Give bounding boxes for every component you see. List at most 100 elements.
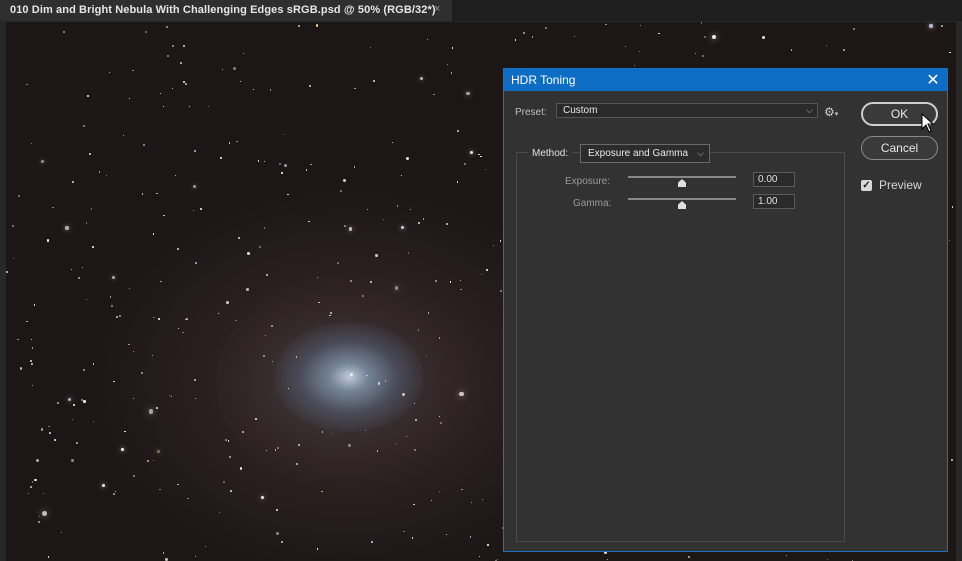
star [257,160,260,162]
close-tab-icon[interactable]: × [434,3,440,15]
star [826,44,828,47]
star [336,262,339,265]
star [446,63,449,66]
star [464,162,467,165]
star [92,363,95,365]
star [229,455,231,458]
star [401,175,403,177]
star [38,515,41,518]
star [26,83,28,86]
star [199,208,202,210]
star [153,233,155,235]
gamma-slider-track[interactable] [628,198,736,200]
star [195,397,197,399]
star [31,363,34,366]
star [702,54,705,57]
star [99,171,101,173]
star [193,378,196,381]
star [40,428,44,431]
star [422,218,425,220]
star [372,80,375,82]
star [349,227,353,231]
star [262,354,265,357]
star [694,52,696,55]
star [115,315,119,319]
method-dropdown[interactable]: Exposure and Gamma ⌵ [580,144,710,163]
star [700,22,703,24]
document-tab[interactable]: 010 Dim and Bright Nebula With Challengi… [0,0,453,21]
star [119,314,122,317]
star [633,64,636,67]
star [269,89,272,91]
gear-icon[interactable]: ⚙▾ [824,105,838,119]
star [113,493,116,495]
close-icon[interactable]: ✕ [925,70,941,90]
star [92,246,94,248]
dialog-titlebar[interactable]: HDR Toning ✕ [504,69,947,91]
star [192,184,197,188]
exposure-value-field[interactable]: 0.00 [753,172,795,187]
star [82,124,85,127]
star [409,209,411,211]
star [391,141,393,144]
star [221,69,223,71]
star [37,520,40,523]
star [369,280,372,283]
star [41,510,47,516]
star [451,47,454,49]
preview-checkbox[interactable]: ✓ [861,180,872,191]
preset-dropdown[interactable]: Custom ⌵ [556,103,818,118]
star [240,467,243,470]
star [949,239,951,241]
star [283,133,285,136]
gamma-value-field[interactable]: 1.00 [753,194,795,209]
star [431,499,432,501]
exposure-slider-track[interactable] [628,176,736,178]
star [34,478,37,482]
star [208,105,210,107]
star [514,39,517,41]
star [48,432,51,434]
star [371,541,374,544]
star [377,382,381,385]
star [284,163,287,167]
star [353,166,356,168]
star [114,491,116,493]
star [246,288,249,291]
star [240,81,242,83]
star [6,271,8,274]
star [52,207,54,209]
star [17,194,20,197]
star [382,218,384,221]
cancel-button[interactable]: Cancel [861,136,938,160]
star [321,490,323,493]
star [160,280,162,283]
star [460,288,462,290]
star [129,288,131,290]
star [400,225,404,229]
star [574,35,576,37]
star [461,488,463,491]
star [87,95,90,98]
star [228,440,230,442]
star [93,421,95,423]
star [365,374,368,377]
preset-label: Preset: [515,107,547,118]
star [230,490,232,492]
star [46,239,49,242]
star [405,435,407,437]
star [449,281,452,284]
star [177,247,180,250]
star [140,371,143,374]
star [30,338,33,341]
star [315,24,319,27]
star [295,356,298,358]
star [343,224,346,227]
star [280,172,283,174]
star [184,83,188,86]
star [168,394,171,397]
document-tab-title: 010 Dim and Bright Nebula With Challengi… [10,4,436,16]
star [279,162,281,165]
star [110,305,113,308]
star [605,24,607,26]
